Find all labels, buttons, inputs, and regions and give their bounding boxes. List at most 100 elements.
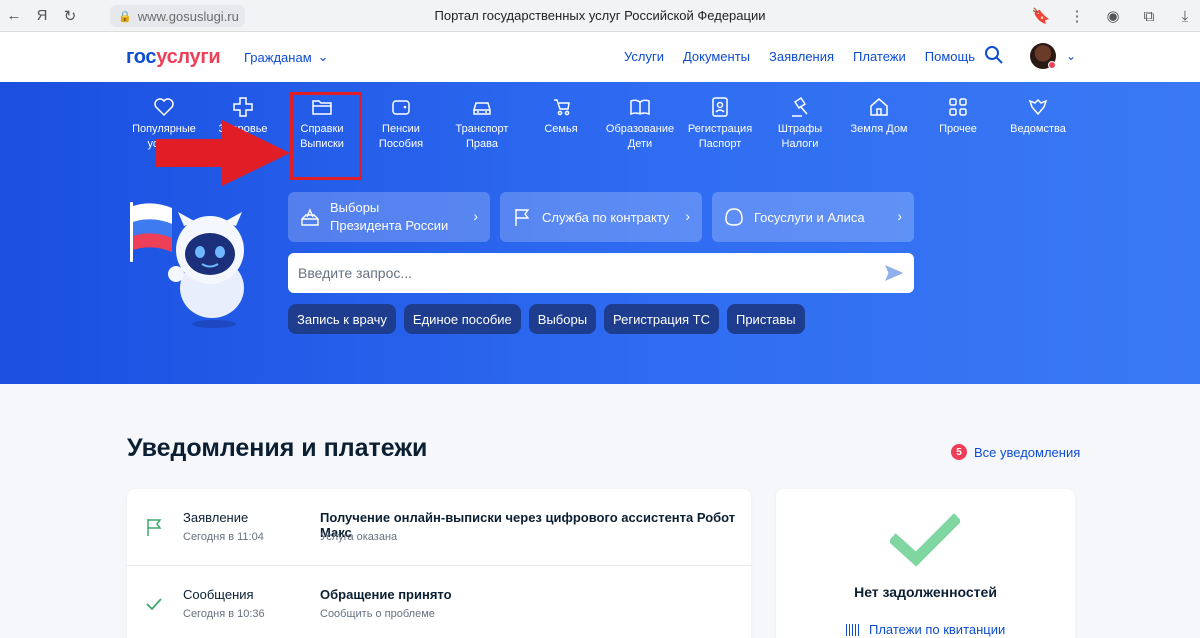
chevron-down-icon: ⌄ <box>317 49 329 64</box>
chip-bailiffs[interactable]: Приставы <box>726 304 805 334</box>
extensions-puzzle-icon[interactable]: ⧉ <box>1134 2 1164 30</box>
notification-time: Сегодня в 10:36 <box>183 608 265 620</box>
red-arrow-annotation <box>156 120 290 186</box>
highlight-box <box>290 92 362 180</box>
chip-vehicle-registration[interactable]: Регистрация ТС <box>604 304 719 334</box>
browser-actions: 🔖 ⋮ ◉ ⧉ ⤓ <box>1026 2 1200 30</box>
nav-payments[interactable]: Платежи <box>853 49 906 64</box>
logo-part-uslugi: услуги <box>156 46 221 68</box>
notification-item[interactable]: Сообщения Сегодня в 10:36 Обращение прин… <box>127 565 751 638</box>
extension-icon[interactable]: ◉ <box>1098 2 1128 30</box>
lock-icon: 🔒 <box>118 10 132 23</box>
chip-elections[interactable]: Выборы <box>528 304 597 334</box>
search-icon[interactable] <box>984 45 1004 65</box>
audience-selector[interactable]: Гражданам ⌄ <box>244 49 329 65</box>
promo-label: Президента России <box>330 218 449 233</box>
back-icon[interactable]: ← <box>0 2 28 30</box>
category-label: Земля Дом <box>850 123 908 135</box>
notification-item[interactable]: Заявление Сегодня в 11:04 Получение онла… <box>127 489 751 565</box>
book-icon <box>630 99 650 116</box>
category-label: Права <box>466 138 498 150</box>
gosuslugi-logo[interactable]: госуслуги <box>126 46 221 69</box>
debts-card: Нет задолженностей Платежи по квитанции <box>776 489 1075 638</box>
category-label: Штрафы <box>777 123 823 135</box>
all-notifications-link[interactable]: 5 Все уведомления <box>951 444 1080 460</box>
notification-type: Заявление <box>183 510 249 525</box>
notifications-list: Заявление Сегодня в 11:04 Получение онла… <box>127 489 751 638</box>
barcode-icon <box>846 623 860 636</box>
category-pensions[interactable]: Пенсии Пособия <box>361 96 441 152</box>
nav-applications[interactable]: Заявления <box>769 49 834 64</box>
more-menu-icon[interactable]: ⋮ <box>1062 2 1092 30</box>
category-label: Пенсии <box>382 123 420 135</box>
category-label: Ведомства <box>1010 123 1066 135</box>
nav-services[interactable]: Услуги <box>624 49 664 64</box>
top-nav: Услуги Документы Заявления Платежи Помощ… <box>624 49 975 64</box>
receipt-payments-link[interactable]: Платежи по квитанции <box>846 622 1005 637</box>
car-icon <box>473 102 491 115</box>
emblem-icon <box>1028 98 1048 116</box>
notification-count-badge: 5 <box>951 444 967 460</box>
yandex-icon[interactable]: Я <box>28 2 56 30</box>
category-agencies[interactable]: Ведомства <box>998 96 1078 137</box>
promo-label: Госуслуги и Алиса <box>754 209 865 225</box>
big-check-icon <box>890 513 960 567</box>
chevron-right-icon: › <box>685 208 690 224</box>
flag-icon <box>147 519 162 536</box>
wallet-icon <box>392 100 410 115</box>
receipt-payments-label: Платежи по квитанции <box>869 622 1006 637</box>
robot-max-mascot <box>130 202 244 328</box>
download-icon[interactable]: ⤓ <box>1170 2 1200 30</box>
search-input[interactable] <box>288 253 914 293</box>
chevron-right-icon: › <box>897 208 902 224</box>
category-label: Семья <box>544 123 578 135</box>
category-education[interactable]: Образование Дети <box>600 96 680 152</box>
bookmark-icon[interactable]: 🔖 <box>1026 2 1056 30</box>
chevron-right-icon: › <box>473 208 478 224</box>
promo-contract-service[interactable]: Служба по контракту › <box>500 192 702 242</box>
category-label: Налоги <box>781 138 819 150</box>
nav-help[interactable]: Помощь <box>925 49 975 64</box>
logo-part-gos: гос <box>126 46 157 68</box>
category-label: Паспорт <box>698 138 742 150</box>
alice-icon <box>725 208 743 226</box>
category-family[interactable]: Семья <box>521 96 601 137</box>
category-registration[interactable]: Регистрация Паспорт <box>680 96 760 152</box>
send-icon[interactable] <box>884 263 904 283</box>
notification-title: Обращение принято <box>320 587 452 602</box>
category-transport[interactable]: Транспорт Права <box>442 96 522 152</box>
promo-label: Выборы <box>330 200 380 215</box>
chip-unified-allowance[interactable]: Единое пособие <box>403 304 521 334</box>
passport-icon <box>712 97 728 117</box>
no-debts-title: Нет задолженностей <box>854 584 997 600</box>
category-label: Дети <box>627 138 653 150</box>
chip-doctor-appointment[interactable]: Запись к врачу <box>288 304 396 334</box>
report-problem-link[interactable]: Сообщить о проблеме <box>320 608 435 620</box>
heart-icon <box>154 98 174 117</box>
grid-icon <box>949 98 967 116</box>
url-text: www.gosuslugi.ru <box>137 8 239 24</box>
audience-label: Гражданам <box>244 49 312 65</box>
category-other[interactable]: Прочее <box>918 96 998 137</box>
user-menu-chevron-icon[interactable]: ⌄ <box>1066 49 1076 63</box>
site-header: госуслуги Гражданам ⌄ Услуги Документы З… <box>0 32 1200 82</box>
promo-label: Служба по контракту <box>542 209 670 225</box>
notification-status: Услуга оказана <box>320 531 398 543</box>
stroller-icon <box>554 99 570 116</box>
quick-chips: Запись к врачу Единое пособие Выборы Рег… <box>288 304 805 334</box>
gavel-icon <box>792 96 808 117</box>
nav-documents[interactable]: Документы <box>683 49 750 64</box>
category-land-house[interactable]: Земля Дом <box>839 96 919 137</box>
category-fines[interactable]: Штрафы Налоги <box>760 96 840 152</box>
promo-elections[interactable]: Выборы Президента России › <box>288 192 490 242</box>
category-label: Регистрация <box>687 123 753 135</box>
reload-icon[interactable]: ↻ <box>56 2 84 30</box>
notification-type: Сообщения <box>183 587 254 602</box>
plus-icon <box>233 97 253 117</box>
promo-alice[interactable]: Госуслуги и Алиса › <box>712 192 914 242</box>
address-bar[interactable]: 🔒 www.gosuslugi.ru <box>110 5 245 27</box>
category-label: Пособия <box>378 138 424 150</box>
category-label: Транспорт <box>455 123 509 135</box>
check-icon <box>146 598 162 611</box>
house-icon <box>870 98 888 116</box>
